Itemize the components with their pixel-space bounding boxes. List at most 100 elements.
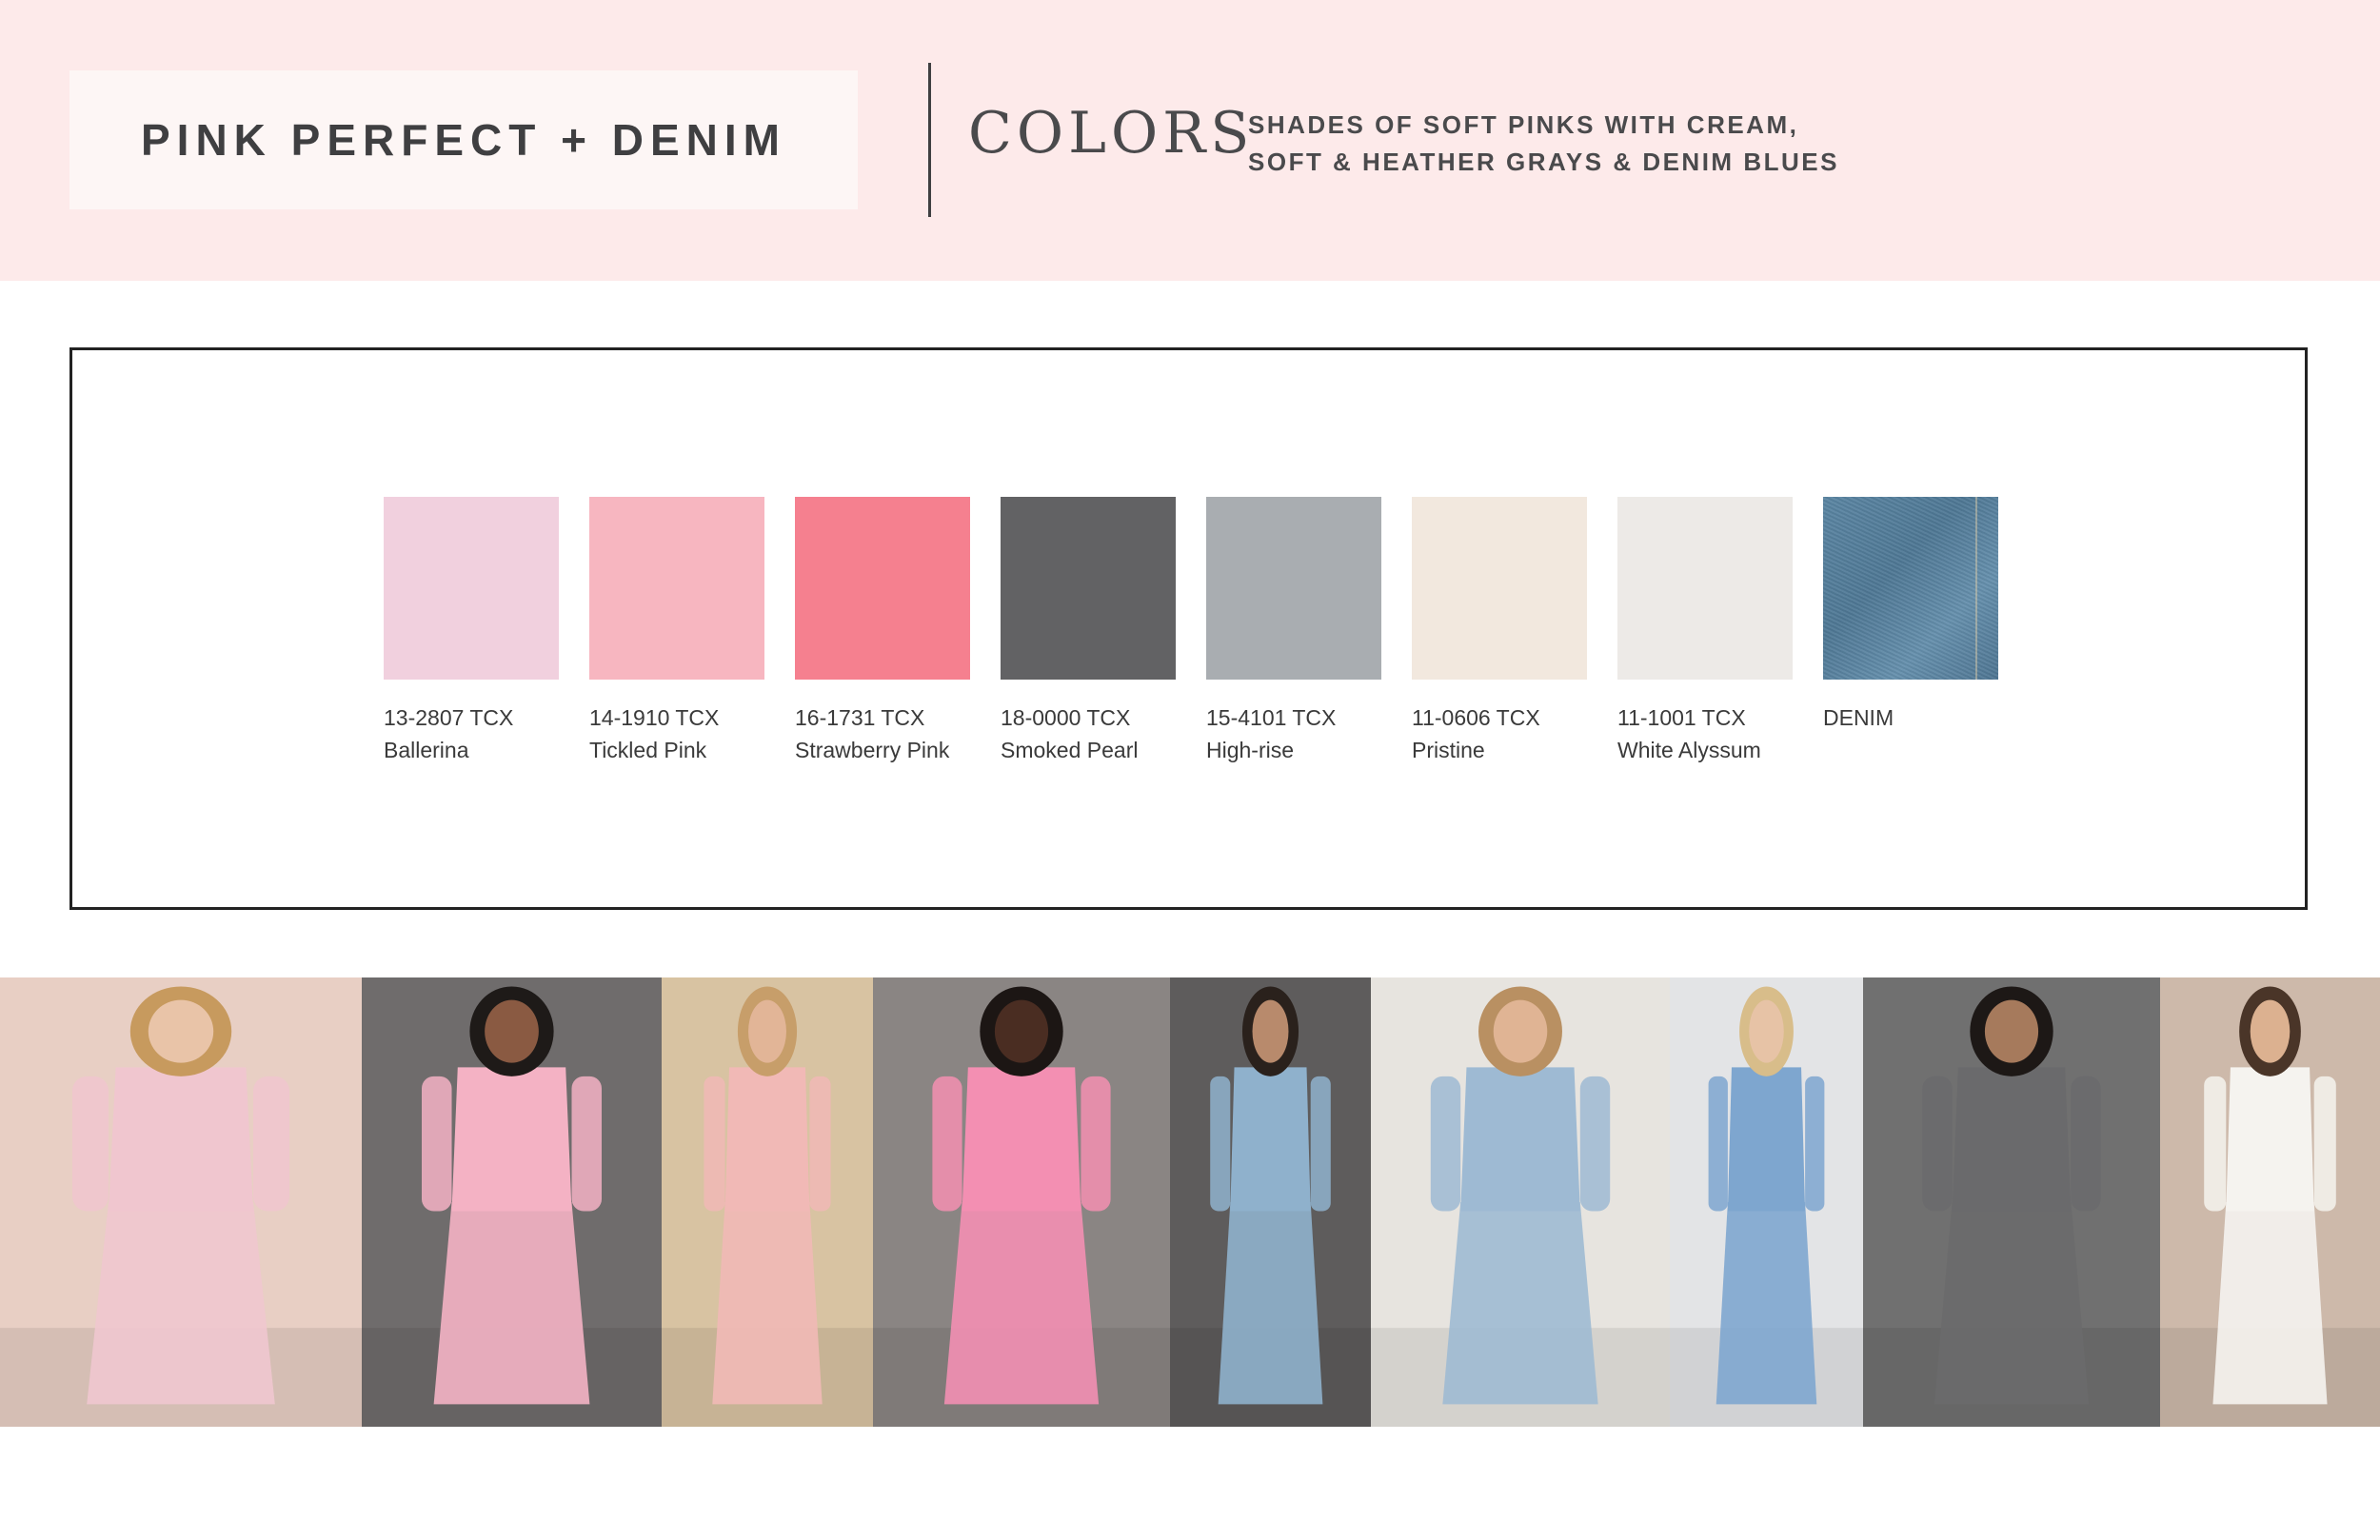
moodboard-photo-8: [1863, 977, 2160, 1427]
swatch-name: Strawberry Pink: [795, 738, 950, 762]
photo-arm-right: [1310, 1076, 1331, 1212]
photo-figure: [1170, 977, 1371, 1427]
photo-arm-right: [2071, 1076, 2101, 1212]
photo-figure: [0, 977, 362, 1427]
swatch-label-tickled-pink: 14-1910 TCX Tickled Pink: [589, 701, 799, 766]
photo-arm-left: [1430, 1076, 1461, 1212]
photo-bottoms: [87, 1202, 275, 1405]
photo-figure: [662, 977, 873, 1427]
swatch-tickled-pink: [589, 497, 764, 680]
photo-bottoms: [2212, 1202, 2328, 1405]
photo-face: [2250, 999, 2291, 1063]
photo-arm-right: [809, 1076, 831, 1212]
photo-face: [148, 999, 214, 1063]
photo-top: [962, 1067, 1081, 1212]
header-banner: PINK PERFECT + DENIM COLORS SHADES OF SO…: [0, 0, 2380, 281]
description-line-2: SOFT & HEATHER GRAYS & DENIM BLUES: [1248, 148, 1839, 176]
photo-face: [994, 999, 1049, 1063]
swatch-label-white-alyssum: 11-1001 TCX White Alyssum: [1617, 701, 1827, 766]
photo-top: [1727, 1067, 1806, 1212]
moodboard-photo-3: [662, 977, 873, 1427]
photo-arm-left: [1210, 1076, 1231, 1212]
swatch-code: DENIM: [1823, 705, 1894, 730]
swatch-high-rise: [1206, 497, 1381, 680]
swatch-label-smoked-pearl: 18-0000 TCX Smoked Pearl: [1001, 701, 1210, 766]
swatch-label-high-rise: 15-4101 TCX High-rise: [1206, 701, 1416, 766]
swatch-label-ballerina: 13-2807 TCX Ballerina: [384, 701, 593, 766]
moodboard-photo-5: [1170, 977, 1371, 1427]
photo-top: [1230, 1067, 1311, 1212]
swatch-code: 14-1910 TCX: [589, 705, 720, 730]
swatch-pristine: [1412, 497, 1587, 680]
page-title: PINK PERFECT + DENIM: [140, 115, 786, 165]
moodboard-photo-9: [2160, 977, 2380, 1427]
swatch-denim: [1823, 497, 1998, 680]
photo-face: [1984, 999, 2039, 1063]
photo-top: [724, 1067, 810, 1212]
photo-bottoms: [1716, 1202, 1817, 1405]
palette-description: SHADES OF SOFT PINKS WITH CREAM, SOFT & …: [1248, 107, 1839, 181]
swatch-name: White Alyssum: [1617, 738, 1761, 762]
swatch-code: 16-1731 TCX: [795, 705, 925, 730]
photo-face: [748, 999, 786, 1063]
moodboard-photo-7: [1670, 977, 1863, 1427]
photo-bottoms: [433, 1202, 590, 1405]
photo-top: [1460, 1067, 1580, 1212]
swatch-strawberry-pink: [795, 497, 970, 680]
swatch-label-denim: DENIM: [1823, 701, 2033, 734]
swatch-label-strawberry-pink: 16-1731 TCX Strawberry Pink: [795, 701, 1004, 766]
photo-bottoms: [1934, 1202, 2090, 1405]
photo-arm-left: [422, 1076, 452, 1212]
photo-top: [2226, 1067, 2314, 1212]
photo-bottoms: [712, 1202, 823, 1405]
swatch-name: High-rise: [1206, 738, 1295, 762]
swatch-name: Pristine: [1412, 738, 1485, 762]
photo-figure: [873, 977, 1170, 1427]
photo-figure: [1371, 977, 1670, 1427]
denim-seam: [1975, 497, 1977, 680]
moodboard-photo-1: [0, 977, 362, 1427]
swatch-name: Tickled Pink: [589, 738, 707, 762]
header-divider: [928, 63, 931, 217]
photo-face: [1749, 999, 1784, 1063]
photo-arm-right: [1081, 1076, 1111, 1212]
swatch-code: 11-1001 TCX: [1617, 705, 1746, 730]
photo-bottoms: [1442, 1202, 1598, 1405]
photo-arm-right: [2313, 1076, 2336, 1212]
swatch-name: Smoked Pearl: [1001, 738, 1139, 762]
moodboard-photo-2: [362, 977, 662, 1427]
photo-figure: [1863, 977, 2160, 1427]
photo-arm-right: [571, 1076, 602, 1212]
photo-arm-left: [704, 1076, 725, 1212]
moodboard-photo-6: [1371, 977, 1670, 1427]
title-box: PINK PERFECT + DENIM: [69, 70, 858, 209]
swatch-smoked-pearl: [1001, 497, 1176, 680]
photo-top: [1952, 1067, 2072, 1212]
section-heading: COLORS: [968, 100, 1255, 167]
photo-arm-left: [1922, 1076, 1953, 1212]
swatch-white-alyssum: [1617, 497, 1793, 680]
photo-arm-right: [1579, 1076, 1611, 1212]
swatch-name: Ballerina: [384, 738, 469, 762]
swatch-label-pristine: 11-0606 TCX Pristine: [1412, 701, 1621, 766]
photo-top: [451, 1067, 572, 1212]
swatch-code: 11-0606 TCX: [1412, 705, 1540, 730]
swatch-code: 15-4101 TCX: [1206, 705, 1337, 730]
photo-arm-left: [1708, 1076, 1728, 1212]
photo-face: [485, 999, 539, 1063]
photo-arm-left: [2204, 1076, 2227, 1212]
photo-bottoms: [943, 1202, 1100, 1405]
photo-face: [1252, 999, 1289, 1063]
photo-arm-right: [1805, 1076, 1825, 1212]
photo-arm-left: [72, 1076, 109, 1212]
swatch-code: 13-2807 TCX: [384, 705, 514, 730]
photo-figure: [2160, 977, 2380, 1427]
swatch-ballerina: [384, 497, 559, 680]
swatch-code: 18-0000 TCX: [1001, 705, 1131, 730]
photo-face: [1493, 999, 1548, 1063]
photo-arm-right: [253, 1076, 289, 1212]
moodboard-photo-4: [873, 977, 1170, 1427]
photo-figure: [362, 977, 662, 1427]
photo-arm-left: [932, 1076, 962, 1212]
photo-bottoms: [1218, 1202, 1323, 1405]
